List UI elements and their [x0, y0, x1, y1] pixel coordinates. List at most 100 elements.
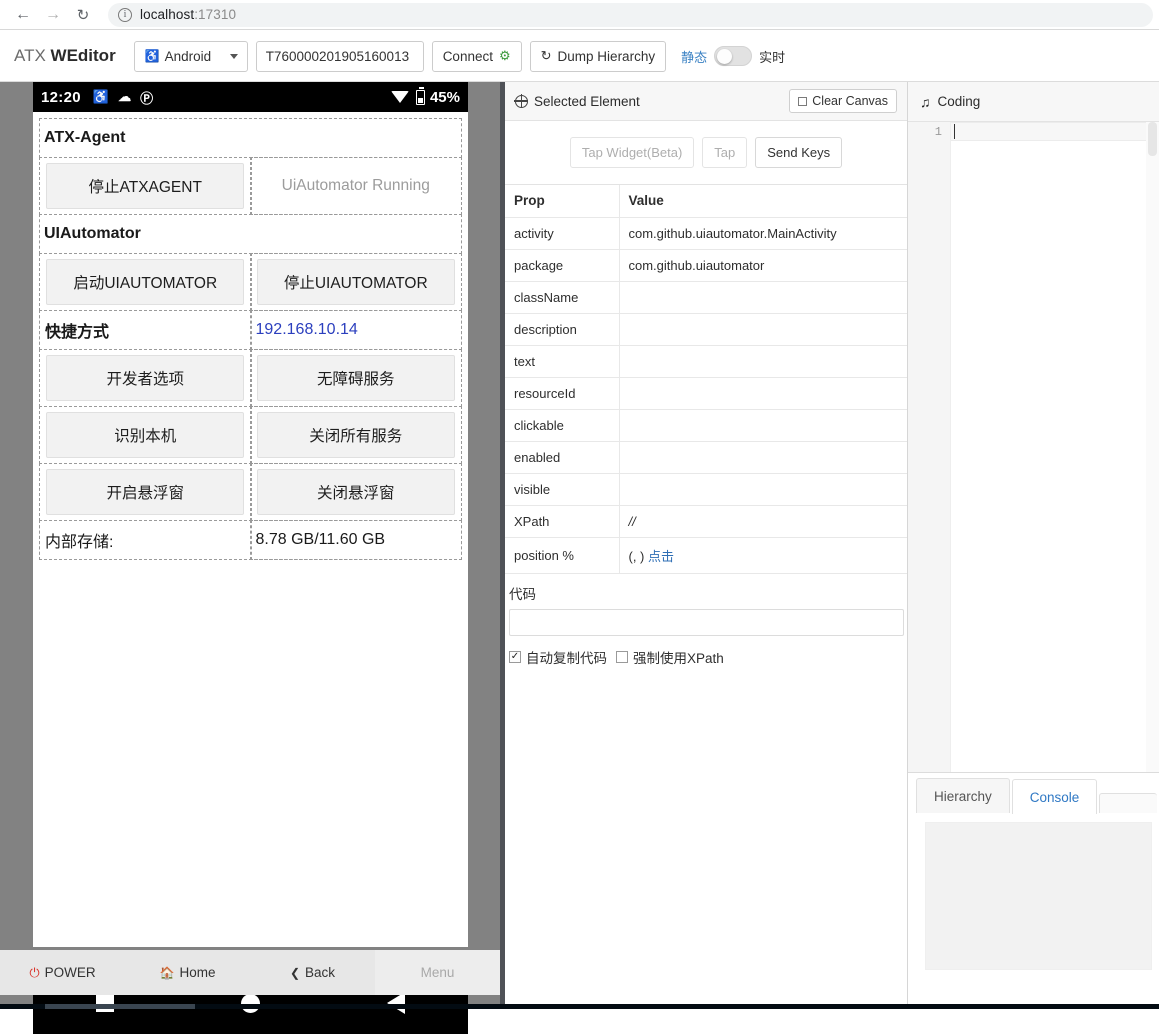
stop-uiautomator-cell[interactable]: 停止UIAUTOMATOR: [249, 253, 462, 311]
live-mode-label: 实时: [759, 49, 786, 65]
menu-button[interactable]: Menu: [375, 950, 500, 995]
identify-device-button[interactable]: 识别本机: [46, 412, 245, 458]
open-floating-window-button[interactable]: 开启悬浮窗: [46, 469, 245, 515]
table-row: position % (, ) 点击: [505, 537, 907, 574]
clear-canvas-button[interactable]: Clear Canvas: [789, 89, 897, 113]
scrollbar-thumb[interactable]: [1148, 122, 1157, 156]
table-row: text: [505, 345, 907, 378]
prop-name: className: [505, 281, 620, 314]
internal-storage-value-cell: 8.78 GB/11.60 GB: [249, 520, 462, 560]
info-circle-icon[interactable]: i: [118, 7, 132, 22]
code-editor[interactable]: 1: [908, 122, 1159, 772]
prop-value: [619, 473, 907, 506]
circle-icon[interactable]: [240, 993, 260, 1013]
power-button[interactable]: ⏻ POWER: [0, 965, 125, 981]
inspector-header: Selected Element Clear Canvas: [505, 82, 907, 121]
bottom-tabs: Hierarchy Console: [908, 773, 1159, 814]
property-table: Prop Value activity com.github.uiautomat…: [505, 185, 907, 574]
shortcut-button-row: 开启悬浮窗 关闭悬浮窗: [39, 463, 462, 521]
battery-percent: 45%: [429, 88, 460, 106]
browser-back-icon[interactable]: ←: [8, 0, 38, 30]
table-row: visible: [505, 473, 907, 506]
device-ip-value[interactable]: 192.168.10.14: [256, 321, 358, 339]
connect-button[interactable]: Connect ⚙: [431, 40, 522, 72]
triangle-left-icon[interactable]: [386, 992, 405, 1014]
device-column: 12:20 ♿ ☁ Ⓟ 45% ATX-Agent 停止ATXAGENT UiA…: [0, 82, 500, 1034]
developer-options-button[interactable]: 开发者选项: [46, 355, 245, 401]
live-mode-toggle[interactable]: [714, 46, 753, 66]
right-panel: ♫ Coding 1 Hierarchy Console: [908, 82, 1159, 1004]
p-icon: Ⓟ: [140, 90, 154, 106]
home-icon: 🏠: [159, 965, 175, 980]
wifi-icon: [390, 91, 409, 103]
table-row: XPath //: [505, 505, 907, 538]
browser-reload-icon[interactable]: ↻: [68, 0, 98, 30]
prop-name: clickable: [505, 409, 620, 442]
send-keys-button[interactable]: Send Keys: [755, 137, 843, 168]
code-input[interactable]: [509, 609, 904, 636]
device-serial-input[interactable]: [255, 40, 424, 72]
auto-copy-label: 自动复制代码: [526, 651, 607, 666]
element-action-row: Tap Widget(Beta) Tap Send Keys: [505, 121, 907, 185]
auto-copy-checkbox[interactable]: ✓: [509, 651, 521, 663]
position-value: (, ): [628, 549, 645, 564]
start-uiautomator-cell[interactable]: 启动UIAUTOMATOR: [39, 253, 252, 311]
tap-widget-button[interactable]: Tap Widget(Beta): [569, 137, 695, 168]
square-icon[interactable]: [96, 994, 115, 1012]
prop-name: activity: [505, 217, 620, 250]
address-bar[interactable]: i localhost:17310: [108, 2, 1153, 27]
shortcut-button-row: 开发者选项 无障碍服务: [39, 349, 462, 407]
table-row: description: [505, 313, 907, 346]
console-body: [908, 813, 1159, 970]
close-all-services-button[interactable]: 关闭所有服务: [256, 412, 455, 458]
device-screen[interactable]: 12:20 ♿ ☁ Ⓟ 45% ATX-Agent 停止ATXAGENT UiA…: [33, 82, 468, 947]
table-row: className: [505, 281, 907, 314]
table-row: resourceId: [505, 377, 907, 410]
table-row: clickable: [505, 409, 907, 442]
android-icon: ♿: [144, 49, 160, 63]
prop-name: XPath: [505, 505, 620, 538]
stop-atxagent-cell[interactable]: 停止ATXAGENT: [39, 157, 252, 215]
force-xpath-checkbox[interactable]: [616, 651, 628, 663]
close-all-services-cell[interactable]: 关闭所有服务: [249, 406, 462, 464]
chevron-down-icon: [229, 54, 238, 59]
accessibility-service-button[interactable]: 无障碍服务: [256, 355, 455, 401]
home-button[interactable]: 🏠 Home: [125, 965, 250, 980]
position-tap-link[interactable]: 点击: [648, 549, 674, 564]
tap-button[interactable]: Tap: [702, 137, 748, 168]
chevron-left-icon: ❮: [289, 965, 301, 980]
shortcut-label: 快捷方式: [39, 310, 252, 350]
back-button[interactable]: ❮ Back: [250, 965, 375, 980]
stop-atxagent-button[interactable]: 停止ATXAGENT: [46, 163, 245, 209]
prop-name: description: [505, 313, 620, 346]
taskbar-segment: [45, 1004, 195, 1009]
accessibility-service-cell[interactable]: 无障碍服务: [249, 349, 462, 407]
prop-value: com.github.uiautomator: [619, 249, 907, 282]
platform-select[interactable]: ♿ Android: [133, 40, 248, 72]
battery-icon: [415, 87, 425, 105]
device-ip-cell[interactable]: 192.168.10.14: [249, 310, 462, 350]
section-title-row: ATX-Agent: [39, 118, 462, 158]
editor-scrollbar[interactable]: [1146, 122, 1159, 772]
close-floating-window-button[interactable]: 关闭悬浮窗: [256, 469, 455, 515]
device-statusbar: 12:20 ♿ ☁ Ⓟ 45%: [33, 82, 468, 112]
uiautomator-status-cell: UiAutomator Running: [249, 157, 462, 215]
editor-active-line: [951, 122, 1159, 141]
table-row: activity com.github.uiautomator.MainActi…: [505, 217, 907, 250]
close-floating-window-cell[interactable]: 关闭悬浮窗: [249, 463, 462, 521]
tab-hierarchy[interactable]: Hierarchy: [916, 778, 1010, 813]
stop-uiautomator-button[interactable]: 停止UIAUTOMATOR: [256, 259, 455, 305]
console-output[interactable]: [925, 822, 1152, 970]
start-uiautomator-button[interactable]: 启动UIAUTOMATOR: [46, 259, 245, 305]
statusbar-clock: 12:20: [41, 88, 81, 106]
dump-hierarchy-button[interactable]: ↻ Dump Hierarchy: [529, 40, 667, 72]
tab-console[interactable]: Console: [1011, 779, 1098, 814]
app-title-light: ATX: [14, 46, 51, 65]
editor-text-area[interactable]: [951, 122, 1159, 772]
identify-device-cell[interactable]: 识别本机: [39, 406, 252, 464]
browser-forward-icon[interactable]: →: [38, 0, 68, 30]
connect-button-label: Connect: [442, 48, 493, 64]
bolt-icon: ⚙: [498, 48, 511, 63]
open-floating-window-cell[interactable]: 开启悬浮窗: [39, 463, 252, 521]
developer-options-cell[interactable]: 开发者选项: [39, 349, 252, 407]
